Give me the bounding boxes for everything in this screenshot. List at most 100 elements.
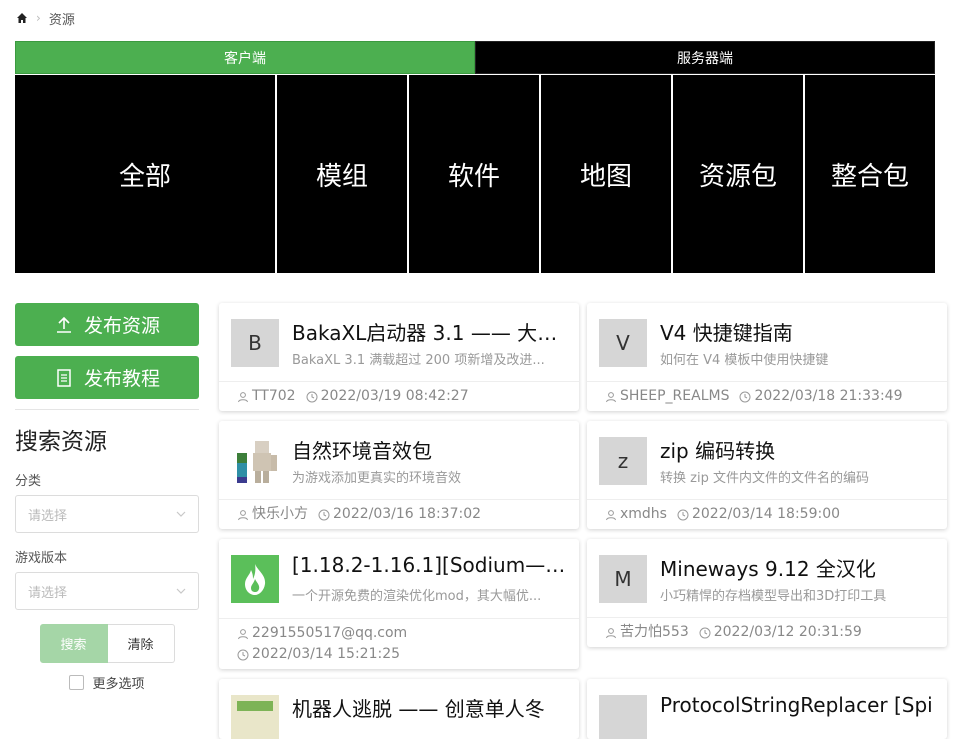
card-thumbnail: M — [599, 555, 647, 603]
card-title[interactable]: 机器人逃脱 —— 创意单人冬 — [292, 693, 567, 722]
category-modpacks[interactable]: 整合包 — [805, 75, 935, 273]
user-icon — [238, 628, 248, 639]
category-tiles: 全部 模组 软件 地图 资源包 整合包 — [15, 75, 935, 273]
card-title[interactable]: V4 快捷键指南 — [660, 317, 935, 346]
clock-icon — [699, 627, 711, 638]
resource-card[interactable]: M Mineways 9.12 全汉化 小巧精悍的存档模型导出和3D打印工具 苦… — [587, 539, 947, 647]
card-thumbnail — [231, 437, 279, 485]
card-author[interactable]: TT702 — [252, 386, 296, 407]
card-title[interactable]: [1.18.2-1.16.1][Sodium——... — [292, 553, 567, 577]
card-title[interactable]: BakaXL启动器 3.1 —— 大的... — [292, 317, 567, 346]
more-options-checkbox[interactable] — [69, 675, 85, 690]
category-select[interactable]: 请选择 — [15, 495, 199, 533]
card-thumbnail: V — [599, 319, 647, 367]
version-select-placeholder: 请选择 — [28, 585, 68, 601]
publish-resource-button[interactable]: 发布资源 — [15, 303, 199, 346]
card-date: 2022/03/19 08:42:27 — [320, 388, 469, 404]
category-software[interactable]: 软件 — [409, 75, 539, 273]
chevron-right-icon: › — [36, 11, 41, 25]
card-author[interactable]: 2291550517@qq.com — [252, 623, 407, 644]
card-description: 小巧精悍的存档模型导出和3D打印工具 — [660, 589, 887, 604]
resource-card[interactable]: 机器人逃脱 —— 创意单人冬 — [219, 679, 579, 739]
card-author[interactable]: 快乐小方 — [252, 504, 308, 525]
publish-tutorial-label: 发布教程 — [83, 368, 160, 390]
card-date: 2022/03/14 15:21:25 — [252, 646, 401, 662]
card-description: 为游戏添加更真实的环境音效 — [292, 471, 462, 486]
chevron-down-icon — [176, 511, 186, 517]
category-maps[interactable]: 地图 — [541, 75, 671, 273]
card-title[interactable]: ProtocolStringReplacer [Spi — [660, 693, 935, 717]
clock-icon — [237, 649, 249, 660]
publish-resource-label: 发布资源 — [83, 315, 160, 337]
publish-tutorial-button[interactable]: 发布教程 — [15, 356, 199, 399]
minecraft-mobs-icon — [237, 441, 277, 483]
clock-icon — [306, 391, 318, 402]
card-description: 转换 zip 文件内文件的文件名的编码 — [660, 471, 869, 486]
breadcrumb-current: 资源 — [48, 12, 75, 28]
card-footer: xmdhs 2022/03/14 18:59:00 — [587, 499, 947, 529]
more-options-label: 更多选项 — [92, 677, 145, 692]
resource-card[interactable]: ProtocolStringReplacer [Spi — [587, 679, 947, 739]
card-date: 2022/03/14 18:59:00 — [691, 506, 841, 522]
category-all[interactable]: 全部 — [15, 75, 275, 273]
upload-icon — [56, 316, 71, 333]
more-options[interactable]: 更多选项 — [15, 673, 199, 692]
card-thumbnail: z — [599, 437, 647, 485]
category-select-placeholder: 请选择 — [28, 508, 68, 524]
clear-button[interactable]: 清除 — [107, 624, 175, 663]
card-author[interactable]: SHEEP_REALMS — [620, 386, 729, 407]
category-resource-packs[interactable]: 资源包 — [673, 75, 803, 273]
user-icon — [606, 627, 616, 638]
platform-tabs: 客户端 服务器端 — [15, 41, 935, 74]
card-thumbnail — [231, 695, 279, 739]
search-actions: 搜索 清除 — [15, 624, 199, 663]
card-thumbnail — [231, 555, 279, 603]
card-date: 2022/03/12 20:31:59 — [713, 624, 862, 640]
card-thumbnail: B — [231, 319, 279, 367]
card-title[interactable]: 自然环境音效包 — [292, 435, 567, 464]
card-author[interactable]: xmdhs — [620, 504, 667, 525]
card-footer: TT702 2022/03/19 08:42:27 — [219, 381, 579, 411]
clock-icon — [739, 391, 751, 402]
divider — [15, 409, 199, 410]
card-footer: SHEEP_REALMS 2022/03/18 21:33:49 — [587, 381, 947, 411]
resource-card[interactable]: [1.18.2-1.16.1][Sodium——... 一个开源免费的渲染优化m… — [219, 539, 579, 669]
tab-client[interactable]: 客户端 — [15, 41, 475, 74]
tab-server[interactable]: 服务器端 — [475, 41, 935, 74]
chevron-down-icon — [176, 588, 186, 594]
card-footer: 苦力怕553 2022/03/12 20:31:59 — [587, 617, 947, 647]
sidebar: 发布资源 发布教程 搜索资源 分类 请选择 游戏版本 请选择 搜索 清除 更多选… — [15, 303, 199, 692]
robot-escape-thumbnail-icon — [231, 695, 279, 739]
home-icon[interactable] — [16, 12, 28, 24]
clock-icon — [318, 509, 330, 520]
clock-icon — [677, 509, 689, 520]
search-title: 搜索资源 — [15, 429, 107, 455]
card-thumbnail — [599, 695, 647, 739]
card-title[interactable]: zip 编码转换 — [660, 435, 935, 464]
version-field-label: 游戏版本 — [15, 551, 68, 566]
card-description: BakaXL 3.1 满载超过 200 项新增及改进... — [292, 353, 545, 368]
category-mods[interactable]: 模组 — [277, 75, 407, 273]
card-footer: 快乐小方 2022/03/16 18:37:02 — [219, 499, 579, 529]
user-icon — [606, 509, 616, 520]
user-icon — [238, 391, 248, 402]
card-title[interactable]: Mineways 9.12 全汉化 — [660, 553, 935, 582]
card-author[interactable]: 苦力怕553 — [620, 622, 689, 643]
card-description: 一个开源免费的渲染优化mod，其大幅优... — [292, 589, 542, 604]
card-date: 2022/03/16 18:37:02 — [333, 506, 482, 522]
card-footer: 2291550517@qq.com 2022/03/14 15:21:25 — [219, 618, 579, 669]
version-select[interactable]: 请选择 — [15, 572, 199, 610]
resource-card[interactable]: 自然环境音效包 为游戏添加更真实的环境音效 快乐小方 2022/03/16 18… — [219, 421, 579, 529]
category-field-label: 分类 — [15, 474, 42, 489]
card-description: 如何在 V4 模板中使用快捷键 — [660, 353, 829, 368]
card-date: 2022/03/18 21:33:49 — [754, 388, 903, 404]
user-icon — [238, 509, 248, 520]
resource-card[interactable]: B BakaXL启动器 3.1 —— 大的... BakaXL 3.1 满载超过… — [219, 303, 579, 411]
resource-card[interactable]: V V4 快捷键指南 如何在 V4 模板中使用快捷键 SHEEP_REALMS … — [587, 303, 947, 411]
user-icon — [606, 391, 616, 402]
resource-card[interactable]: z zip 编码转换 转换 zip 文件内文件的文件名的编码 xmdhs 202… — [587, 421, 947, 529]
sodium-flame-icon — [231, 555, 279, 603]
breadcrumb: › 资源 — [16, 9, 75, 28]
document-icon — [57, 368, 71, 387]
search-button[interactable]: 搜索 — [39, 624, 108, 663]
